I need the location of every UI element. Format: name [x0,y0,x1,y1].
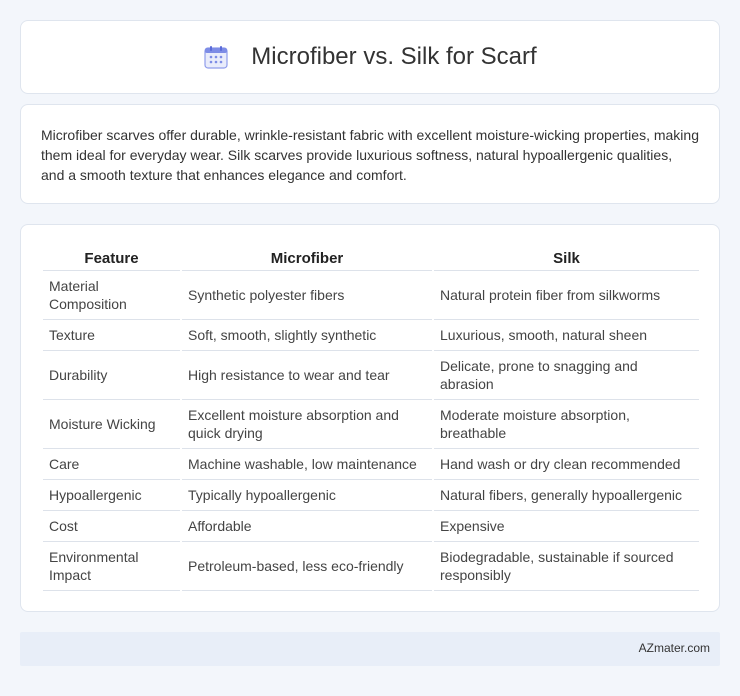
page-title: Microfiber vs. Silk for Scarf [251,43,537,70]
table-row: Care Machine washable, low maintenance H… [43,449,699,480]
feature-cell: Moisture Wicking [43,400,180,449]
silk-cell: Delicate, prone to snagging and abrasion [434,351,699,400]
feature-cell: Cost [43,511,180,542]
feature-cell: Durability [43,351,180,400]
feature-cell: Care [43,449,180,480]
table-header-row: Feature Microfiber Silk [43,247,699,271]
microfiber-cell: Excellent moisture absorption and quick … [182,400,432,449]
microfiber-cell: High resistance to wear and tear [182,351,432,400]
microfiber-cell: Typically hypoallergenic [182,480,432,511]
table-row: Durability High resistance to wear and t… [43,351,699,400]
column-header-microfiber: Microfiber [182,247,432,271]
feature-cell: Environmental Impact [43,542,180,591]
table-row: Material Composition Synthetic polyester… [43,271,699,320]
calendar-icon [203,44,229,70]
table-row: Cost Affordable Expensive [43,511,699,542]
silk-cell: Moderate moisture absorption, breathable [434,400,699,449]
silk-cell: Natural fibers, generally hypoallergenic [434,480,699,511]
comparison-card: Feature Microfiber Silk Material Composi… [20,224,720,612]
silk-cell: Biodegradable, sustainable if sourced re… [434,542,699,591]
intro-card: Microfiber scarves offer durable, wrinkl… [20,104,720,204]
microfiber-cell: Petroleum-based, less eco-friendly [182,542,432,591]
microfiber-cell: Affordable [182,511,432,542]
silk-cell: Luxurious, smooth, natural sheen [434,320,699,351]
footer: AZmater.com [20,632,720,666]
column-header-feature: Feature [43,247,180,271]
feature-cell: Hypoallergenic [43,480,180,511]
comparison-table: Feature Microfiber Silk Material Composi… [41,247,701,591]
table-row: Environmental Impact Petroleum-based, le… [43,542,699,591]
microfiber-cell: Soft, smooth, slightly synthetic [182,320,432,351]
microfiber-cell: Machine washable, low maintenance [182,449,432,480]
table-row: Moisture Wicking Excellent moisture abso… [43,400,699,449]
feature-cell: Material Composition [43,271,180,320]
feature-cell: Texture [43,320,180,351]
silk-cell: Hand wash or dry clean recommended [434,449,699,480]
table-row: Texture Soft, smooth, slightly synthetic… [43,320,699,351]
table-row: Hypoallergenic Typically hypoallergenic … [43,480,699,511]
silk-cell: Expensive [434,511,699,542]
microfiber-cell: Synthetic polyester fibers [182,271,432,320]
silk-cell: Natural protein fiber from silkworms [434,271,699,320]
footer-site-link[interactable]: AZmater.com [639,641,710,655]
title-card: Microfiber vs. Silk for Scarf [20,20,720,94]
column-header-silk: Silk [434,247,699,271]
intro-text: Microfiber scarves offer durable, wrinkl… [41,127,699,183]
